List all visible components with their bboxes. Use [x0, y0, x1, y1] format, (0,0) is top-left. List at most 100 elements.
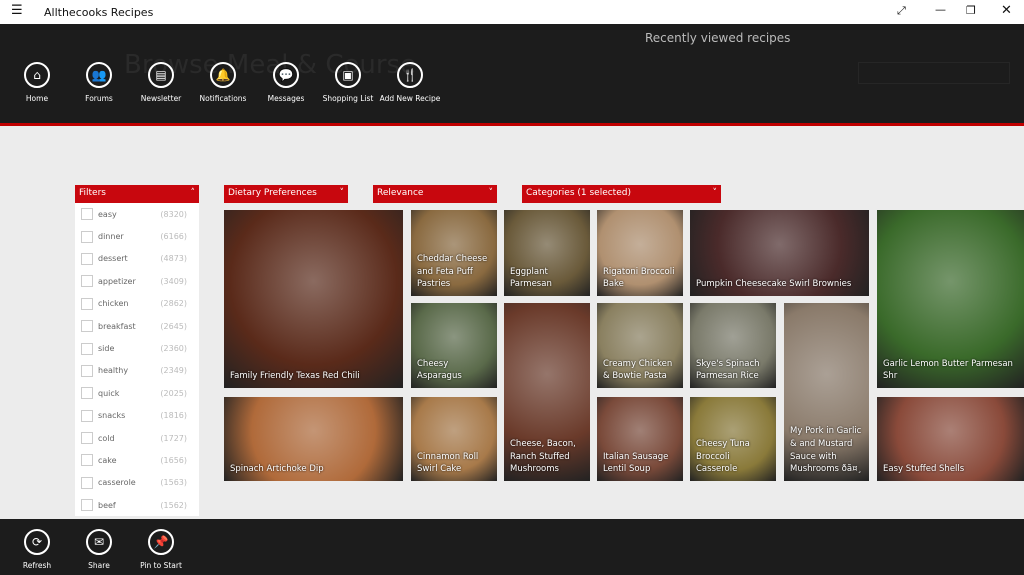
checkbox[interactable] [81, 275, 93, 288]
filter-label: healthy [98, 366, 129, 376]
categories-dropdown[interactable]: Categories (1 selected) ˅ [522, 185, 721, 203]
dietary-dropdown[interactable]: Dietary Preferences ˅ [224, 185, 348, 203]
recipe-title: Cinnamon Roll Swirl Cake [417, 451, 479, 475]
filter-label: beef [98, 500, 116, 510]
fullscreen-icon[interactable]: ⤢ [897, 4, 906, 18]
filter-item[interactable]: cold (1727) [75, 427, 199, 449]
recipe-tile[interactable]: Rigatoni Broccoli Bake [597, 210, 683, 296]
filter-item[interactable]: beef (1562) [75, 494, 199, 516]
checkbox[interactable] [81, 208, 93, 221]
bag-icon: ▣ [335, 62, 361, 88]
filter-count: (4873) [160, 254, 187, 264]
checkbox[interactable] [81, 409, 93, 422]
nav-messages[interactable]: 💬 Messages [251, 62, 321, 103]
recipe-title: Cheesy Tuna Broccoli Casserole [696, 438, 750, 475]
checkbox[interactable] [81, 499, 93, 512]
checkbox[interactable] [81, 387, 93, 400]
checkbox[interactable] [81, 230, 93, 243]
recipe-tile[interactable]: My Pork in Garlic & and Mustard Sauce wi… [784, 303, 869, 481]
filter-label: dessert [98, 254, 128, 264]
nav-label: Shopping List [322, 94, 374, 103]
nav-home[interactable]: ⌂ Home [2, 62, 72, 103]
checkbox[interactable] [81, 297, 93, 310]
filters-header[interactable]: Filters ˄ [75, 185, 199, 203]
nav-label: Forums [85, 94, 113, 103]
refresh-button[interactable]: ⟳ Refresh [2, 529, 72, 570]
recipe-tile[interactable]: Easy Stuffed Shells [877, 397, 1024, 481]
appbar-label: Pin to Start [140, 561, 182, 570]
filter-label: snacks [98, 411, 126, 421]
filter-label: quick [98, 388, 120, 398]
minimize-icon[interactable]: — [935, 3, 946, 16]
filter-item[interactable]: easy (8320) [75, 203, 199, 225]
filter-item[interactable]: dessert (4873) [75, 248, 199, 270]
pin-to-start-button[interactable]: 📌 Pin to Start [126, 529, 196, 570]
recipe-tile[interactable]: Cheesy Asparagus [411, 303, 497, 388]
recipe-title: Pumpkin Cheesecake Swirl Brownies [696, 279, 852, 290]
recipe-title: Rigatoni Broccoli Bake [603, 266, 675, 290]
checkbox[interactable] [81, 320, 93, 333]
filter-item[interactable]: cake (1656) [75, 449, 199, 471]
checkbox[interactable] [81, 432, 93, 445]
filter-item[interactable]: appetizer (3409) [75, 270, 199, 292]
filter-item[interactable]: dinner (6166) [75, 225, 199, 247]
filter-label: easy [98, 209, 117, 219]
recipe-title: Family Friendly Texas Red Chili [230, 371, 360, 382]
filter-count: (2349) [160, 366, 187, 376]
filters-title: Filters [79, 188, 106, 198]
filter-label: chicken [98, 299, 129, 309]
recipe-tile[interactable]: Eggplant Parmesan [504, 210, 590, 296]
filter-item[interactable]: breakfast (2645) [75, 315, 199, 337]
recipe-tile[interactable]: Spinach Artichoke Dip [224, 397, 403, 481]
checkbox[interactable] [81, 454, 93, 467]
checkbox[interactable] [81, 252, 93, 265]
nav-label: Newsletter [140, 94, 182, 103]
recipe-tile[interactable]: Italian Sausage Lentil Soup [597, 397, 683, 481]
recipe-tile[interactable]: Pumpkin Cheesecake Swirl Brownies [690, 210, 869, 296]
close-icon[interactable]: ✕ [1001, 3, 1012, 18]
filter-item[interactable]: side (2360) [75, 337, 199, 359]
nav-shopping-list[interactable]: ▣ Shopping List [313, 62, 383, 103]
chevron-up-icon: ˄ [190, 188, 196, 198]
filter-count: (2862) [160, 299, 187, 309]
recipe-tile[interactable]: Family Friendly Texas Red Chili [224, 210, 403, 388]
recipe-tile[interactable]: Skye's Spinach Parmesan Rice [690, 303, 776, 388]
checkbox[interactable] [81, 476, 93, 489]
appbar-label: Refresh [22, 561, 52, 570]
recipe-title: Creamy Chicken & Bowtie Pasta [603, 358, 673, 382]
recipe-tile[interactable]: Cheddar Cheese and Feta Puff Pastries [411, 210, 497, 296]
nav-label: Home [25, 94, 49, 103]
nav-label: Messages [267, 94, 305, 103]
filter-item[interactable]: snacks (1816) [75, 405, 199, 427]
filter-label: appetizer [98, 276, 136, 286]
recipe-tile[interactable]: Cheesy Tuna Broccoli Casserole [690, 397, 776, 481]
recipe-tile[interactable]: Cinnamon Roll Swirl Cake [411, 397, 497, 481]
recipe-tile[interactable]: Cheese, Bacon, Ranch Stuffed Mushrooms [504, 303, 590, 481]
recipe-title: Cheesy Asparagus [417, 358, 462, 382]
search-box[interactable] [858, 62, 1010, 84]
nav-newsletter[interactable]: ▤ Newsletter [126, 62, 196, 103]
restore-icon[interactable]: ❐ [966, 4, 976, 17]
checkbox[interactable] [81, 364, 93, 377]
fork-knife-icon: 🍴 [397, 62, 423, 88]
hamburger-icon[interactable]: ☰ [11, 3, 23, 18]
checkbox[interactable] [81, 342, 93, 355]
filter-item[interactable]: chicken (2862) [75, 293, 199, 315]
sort-dropdown[interactable]: Relevance ˅ [373, 185, 497, 203]
recipe-tile[interactable]: Creamy Chicken & Bowtie Pasta [597, 303, 683, 388]
nav-add-recipe[interactable]: 🍴 Add New Recipe [375, 62, 445, 103]
filter-count: (1656) [160, 455, 187, 465]
share-button[interactable]: ✉ Share [64, 529, 134, 570]
filter-item[interactable]: healthy (2349) [75, 360, 199, 382]
recipe-title: Easy Stuffed Shells [883, 464, 965, 475]
nav-label: Notifications [199, 94, 247, 103]
filter-item[interactable]: casserole (1563) [75, 472, 199, 494]
nav-notifications[interactable]: 🔔 Notifications [188, 62, 258, 103]
filter-item[interactable]: quick (2025) [75, 382, 199, 404]
nav-forums[interactable]: 👥 Forums [64, 62, 134, 103]
appbar-label: Share [88, 561, 110, 570]
recently-viewed-label[interactable]: Recently viewed recipes [645, 31, 790, 45]
accent-divider [0, 123, 1024, 126]
chevron-down-icon: ˅ [339, 188, 345, 198]
recipe-tile[interactable]: Garlic Lemon Butter Parmesan Shr [877, 210, 1024, 388]
